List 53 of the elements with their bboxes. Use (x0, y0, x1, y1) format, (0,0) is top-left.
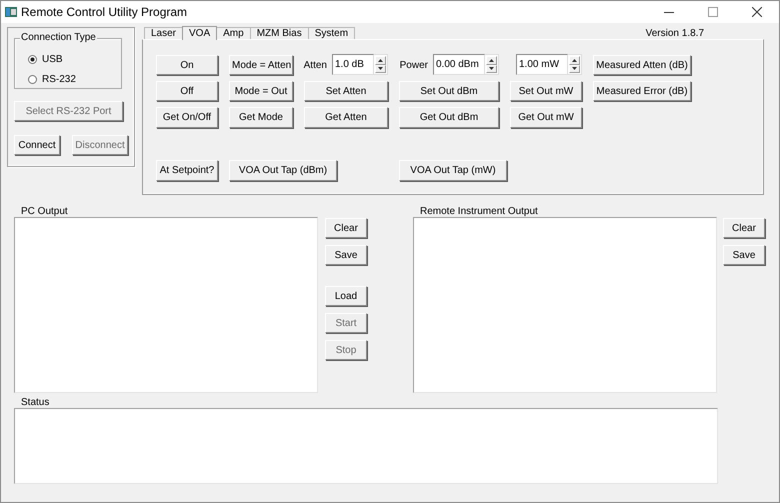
close-icon (752, 7, 762, 17)
up-arrow-icon (572, 58, 577, 62)
number-field[interactable]: 1.0 dB (332, 54, 374, 75)
command-button[interactable]: At Setpoint? (156, 160, 218, 181)
down-arrow-icon (572, 67, 577, 70)
command-button[interactable]: Get On/Off (156, 107, 218, 128)
command-button[interactable]: Set Out mW (510, 81, 582, 101)
side-button[interactable]: Clear (325, 218, 367, 238)
command-button[interactable]: On (156, 55, 218, 75)
side-button[interactable]: Save (325, 245, 367, 265)
command-button[interactable]: Measured Error (dB) (593, 81, 691, 101)
tab[interactable]: System (308, 27, 356, 39)
side-button[interactable]: Load (325, 286, 367, 306)
pane-label: PC Output (20, 207, 69, 216)
command-button[interactable]: Get Out dBm (399, 107, 499, 128)
radio-option[interactable]: USB (28, 49, 63, 69)
command-button[interactable]: Off (156, 81, 218, 101)
command-button[interactable]: Get Out mW (510, 107, 582, 128)
spin-up-button[interactable] (486, 56, 497, 64)
pane-label: Remote Instrument Output (419, 207, 539, 216)
field-label: Power (400, 60, 428, 70)
tab[interactable]: VOA (182, 26, 218, 40)
tab[interactable]: Amp (216, 27, 251, 39)
connect-button[interactable]: Connect (14, 135, 60, 155)
command-button[interactable]: Mode = Atten (229, 55, 293, 75)
command-button[interactable]: Get Mode (229, 107, 293, 128)
window-title: Remote Control Utility Program (21, 5, 188, 19)
side-button[interactable]: Clear (723, 218, 765, 238)
version-label: Version 1.8.7 (646, 28, 704, 39)
number-field[interactable]: 1.00 mW (516, 54, 568, 75)
command-button[interactable]: Get Atten (304, 107, 388, 128)
field-label: Atten (304, 60, 327, 70)
command-button[interactable]: Mode = Out (229, 81, 293, 101)
up-arrow-icon (489, 58, 494, 62)
command-button[interactable]: Measured Atten (dB) (593, 55, 691, 75)
command-button[interactable]: Set Atten (304, 81, 388, 101)
command-button[interactable]: VOA Out Tap (mW) (399, 160, 507, 181)
group-title: Connection Type (20, 32, 97, 43)
radio-option[interactable]: RS-232 (28, 69, 76, 89)
spin-up-button[interactable] (375, 56, 386, 64)
down-arrow-icon (378, 67, 383, 70)
pane-label: Status (20, 398, 50, 407)
side-button[interactable]: Save (723, 245, 765, 265)
spin-up-button[interactable] (569, 56, 580, 64)
command-button[interactable]: VOA Out Tap (dBm) (229, 160, 337, 181)
app-icon (5, 6, 17, 18)
command-button[interactable]: Set Out dBm (399, 81, 499, 101)
down-arrow-icon (489, 67, 494, 70)
maximize-icon (708, 7, 718, 17)
up-arrow-icon (378, 58, 383, 62)
tab[interactable]: MZM Bias (250, 27, 309, 39)
tab[interactable]: Laser (144, 27, 184, 39)
number-field[interactable]: 0.00 dBm (433, 54, 485, 75)
